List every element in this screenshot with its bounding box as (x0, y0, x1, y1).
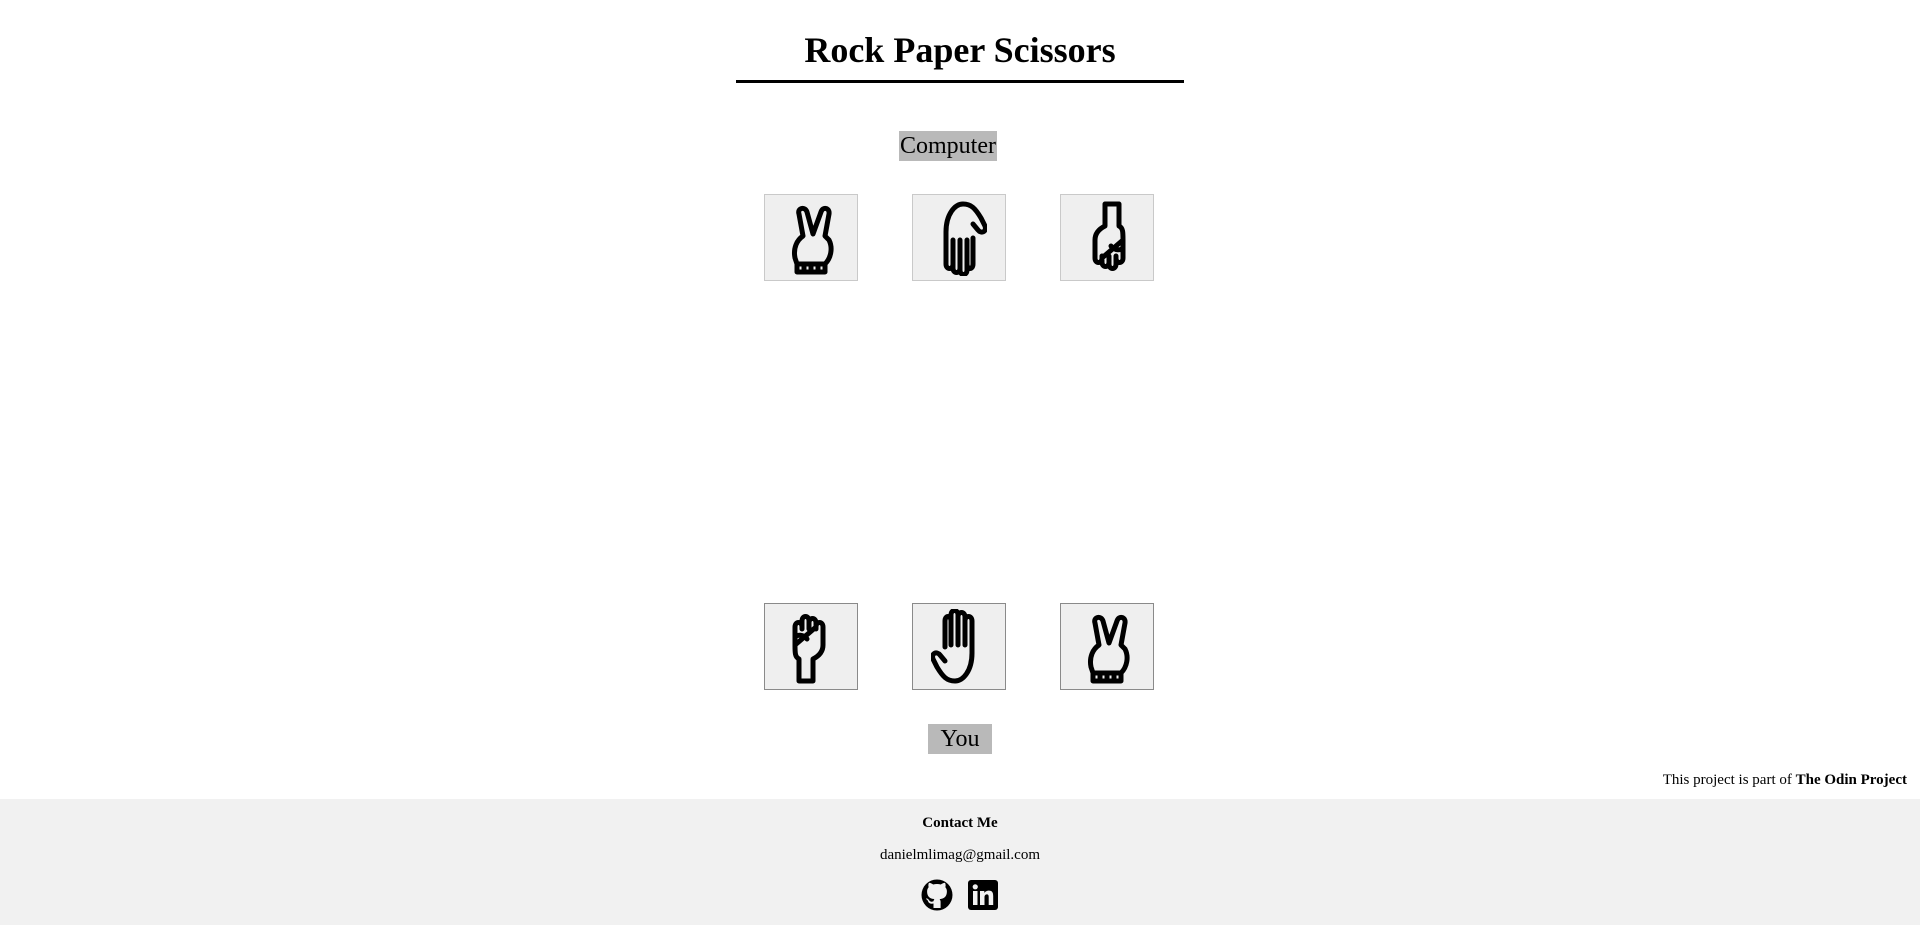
linkedin-icon (968, 880, 998, 910)
computer-label: Computer (899, 131, 997, 161)
contact-title: Contact Me (922, 815, 998, 831)
header: Rock Paper Scissors (0, 0, 1920, 83)
scissors-hand-icon (792, 205, 834, 274)
page-title: Rock Paper Scissors (736, 28, 1184, 83)
odin-project-link: The Odin Project (1795, 772, 1907, 788)
player-choice-paper[interactable] (912, 603, 1006, 690)
computer-choice-rock (1060, 194, 1154, 281)
player-choice-scissors[interactable] (1060, 603, 1154, 690)
rock-hand-icon (792, 613, 826, 683)
credit-text: This project is part of The Odin Project (1663, 770, 1907, 790)
computer-choice-paper (912, 194, 1006, 281)
contact-email: danielmlimag@gmail.com (879, 847, 1041, 863)
github-link[interactable] (921, 879, 953, 911)
scissors-hand-icon (1088, 614, 1130, 683)
linkedin-link[interactable] (967, 879, 999, 911)
player-choice-rock[interactable] (764, 603, 858, 690)
github-icon (921, 879, 953, 911)
rock-hand-icon (1092, 201, 1126, 271)
paper-hand-icon (931, 608, 975, 683)
paper-hand-icon (943, 201, 987, 276)
social-links (0, 879, 1920, 911)
player-label: You (928, 724, 992, 754)
credit-prefix: This project is part of (1662, 772, 1796, 788)
computer-choice-scissors (764, 194, 858, 281)
footer: Contact Me danielmlimag@gmail.com (0, 799, 1920, 925)
